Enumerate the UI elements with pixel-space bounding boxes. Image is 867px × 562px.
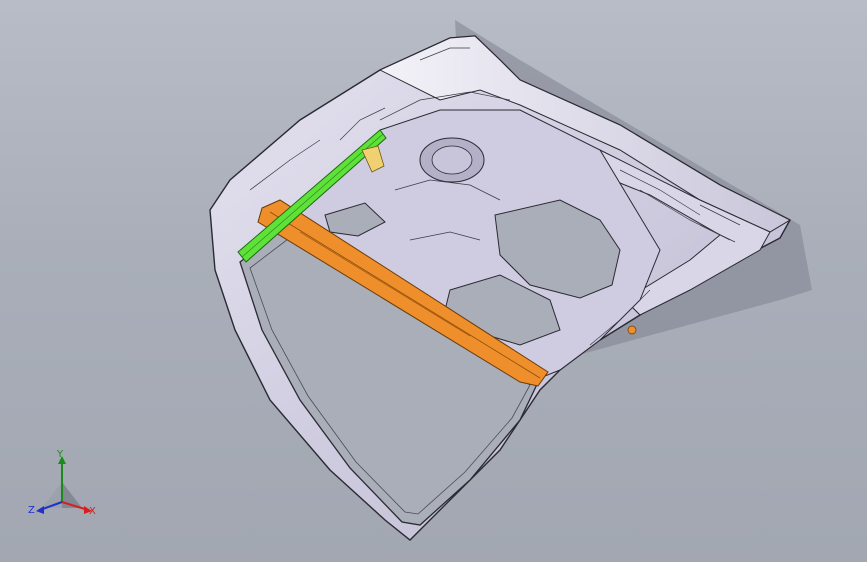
graphics-viewport[interactable]: Y X Z <box>0 0 867 562</box>
y-axis-label: Y <box>57 449 64 460</box>
cad-model[interactable] <box>0 0 867 562</box>
orange-clip <box>627 325 637 335</box>
round-opening-inner <box>431 145 473 175</box>
z-axis-label: Z <box>28 505 35 516</box>
coordinate-triad: Y X Z <box>26 446 106 526</box>
x-axis-label: X <box>89 506 96 517</box>
